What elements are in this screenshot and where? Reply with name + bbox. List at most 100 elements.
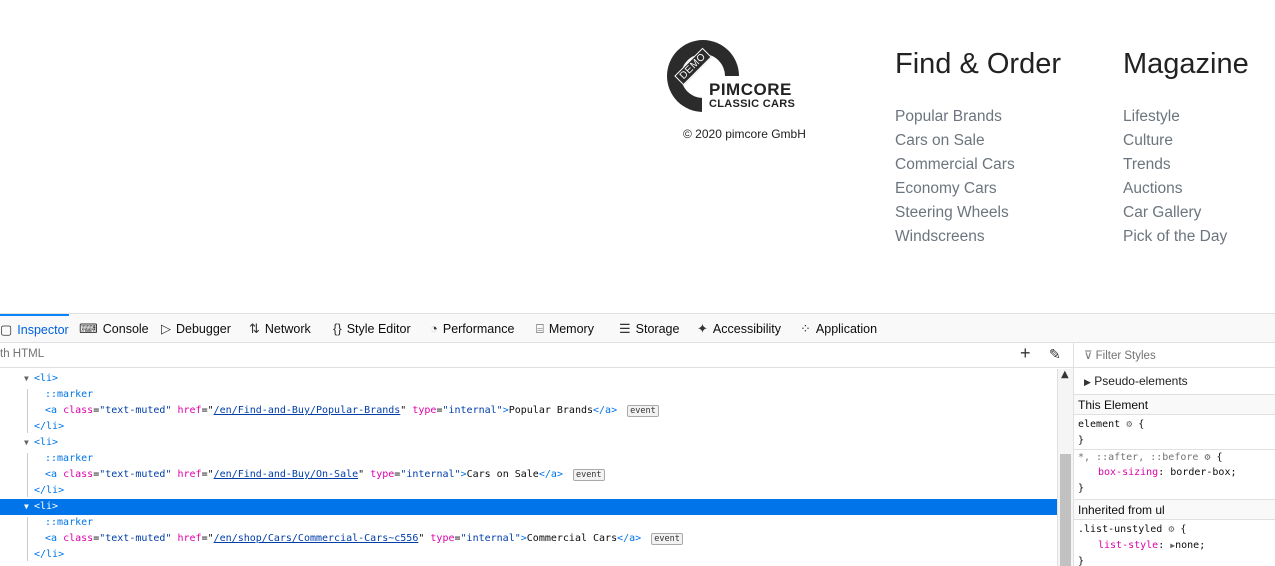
markup-node-a[interactable]: <a class="text-muted" href="/en/Find-and… [0,403,1057,419]
tab-storage[interactable]: ☰ Storage [619,314,679,343]
markup-node-marker[interactable]: ::marker [0,451,1057,467]
inspector-toolbar: th HTML + ✎ [0,343,1073,368]
event-badge[interactable]: event [572,469,605,481]
attr-name: href [177,533,202,544]
href-link[interactable]: /en/Find-and-Buy/On-Sale [214,469,359,480]
tab-memory[interactable]: ⌸ Memory [536,314,594,343]
list-item: Culture [1123,129,1249,153]
eyedropper-icon[interactable]: ✎ [1049,346,1061,363]
attr-name: type [412,405,437,416]
markup-node-li-selected[interactable]: ▼ <li> [0,499,1057,515]
footer-link-steering-wheels[interactable]: Steering Wheels [895,204,1009,221]
css-value[interactable]: border-box [1170,467,1230,478]
pimcore-logo[interactable]: DEMO PIMCORE CLASSIC CARS [667,40,807,116]
gear-icon[interactable]: ⚙ [1204,452,1210,463]
footer-link-cars-on-sale[interactable]: Cars on Sale [895,132,985,149]
event-badge[interactable]: event [651,533,683,545]
href-link[interactable]: /en/shop/Cars/Commercial-Cars~c556 [214,533,419,544]
node-text: Commercial Cars [526,533,618,544]
tab-label: Accessibility [712,322,781,336]
footer-link-culture[interactable]: Culture [1123,132,1173,149]
universal-rule[interactable]: *, ::after, ::before ⚙ { [1074,449,1275,466]
markup-node-a[interactable]: <a class="text-muted" href="/en/Find-and… [0,467,1057,483]
markup-node-li-close[interactable]: </li> [0,419,1057,435]
tab-debugger[interactable]: ▷ Debugger [161,314,231,343]
href-link[interactable]: /en/Find-and-Buy/Popular-Brands [214,405,401,416]
markup-node-li[interactable]: ▼ <li> [0,435,1057,451]
footer-link-pick-of-the-day[interactable]: Pick of the Day [1123,228,1227,245]
search-html-input[interactable]: th HTML [0,348,44,360]
list-item: Cars on Sale [895,129,1061,153]
expand-arrow-icon[interactable]: ▶ [1084,377,1091,387]
pseudo-elements-toggle[interactable]: ▶ Pseudo-elements [1074,370,1275,392]
css-property: list-style [1098,540,1159,551]
expand-arrow-icon[interactable]: ▼ [24,499,29,515]
markup-scrollbar[interactable]: ▲ [1057,369,1073,566]
gear-icon[interactable]: ⚙ [1168,524,1174,535]
list-item: Windscreens [895,225,1061,249]
markup-node-li-close[interactable]: </li> [0,483,1057,499]
attr-value: "text-muted" [99,405,172,416]
node-text: Popular Brands [508,405,594,416]
a-close-tag: </a> [617,533,642,544]
footer-link-car-gallery[interactable]: Car Gallery [1123,204,1201,221]
devtools-panel: ▢ Inspector ⌨ Console ▷ Debugger ⇅ Network {… [0,313,1275,566]
node-text: Cars on Sale [466,469,539,480]
rule-close-brace: } [1078,556,1085,566]
rule-declaration[interactable]: box-sizing: border-box; [1074,465,1275,481]
rule-declaration[interactable]: list-style: ▶none; [1074,538,1275,554]
footer-link-commercial-cars[interactable]: Commercial Cars [895,156,1015,173]
markup-node-a[interactable]: <a class="text-muted" href="/en/shop/Car… [0,531,1057,547]
li-close-tag: </li> [34,421,65,432]
inspector-icon: ▢ [0,322,13,337]
find-order-list: Popular Brands Cars on Sale Commercial C… [895,105,1061,249]
scroll-up-icon[interactable]: ▲ [1061,369,1069,380]
expand-arrow-icon[interactable]: ▼ [24,371,29,387]
tab-performance[interactable]: ◔ Performance [430,314,514,343]
scrollbar-thumb[interactable] [1060,454,1071,566]
footer-link-trends[interactable]: Trends [1123,156,1171,173]
tab-console[interactable]: ⌨ Console [79,314,149,343]
list-unstyled-rule[interactable]: .list-unstyled ⚙ { [1074,522,1275,538]
list-item: Trends [1123,153,1249,177]
footer-link-lifestyle[interactable]: Lifestyle [1123,108,1180,125]
footer-link-auctions[interactable]: Auctions [1123,180,1182,197]
attr-name: href [177,405,202,416]
gear-icon[interactable]: ⚙ [1126,419,1132,430]
attr-value: "text-muted" [99,469,172,480]
tab-application[interactable]: ⁘ Application [800,314,877,343]
markup-node-li-close[interactable]: </li> [0,547,1057,563]
tab-label: Inspector [17,323,69,337]
tab-label: Memory [548,322,594,336]
footer-link-economy-cars[interactable]: Economy Cars [895,180,997,197]
footer-link-popular-brands[interactable]: Popular Brands [895,108,1002,125]
logo-tagline: CLASSIC CARS [709,98,796,110]
filter-placeholder: Filter Styles [1095,350,1156,362]
add-node-icon[interactable]: + [1020,343,1031,364]
css-property: box-sizing [1098,467,1159,478]
magazine-heading: Magazine [1123,48,1249,80]
element-rule[interactable]: element ⚙ { [1074,417,1275,433]
memory-chip-icon: ⌸ [536,321,544,336]
find-order-column: Find & Order Popular Brands Cars on Sale… [895,45,1061,249]
network-icon: ⇅ [249,321,260,336]
css-value[interactable]: none [1175,540,1199,551]
tab-label: Debugger [176,322,231,336]
console-icon: ⌨ [79,321,98,336]
attr-name: class [63,533,94,544]
footer-link-windscreens[interactable]: Windscreens [895,228,985,245]
magazine-column: Magazine Lifestyle Culture Trends Auctio… [1123,45,1249,249]
event-badge[interactable]: event [627,405,659,417]
li-open-tag: <li> [34,373,59,384]
tab-accessibility[interactable]: ✦ Accessibility [697,314,781,343]
filter-styles-input[interactable]: ⊽ Filter Styles [1074,343,1275,368]
markup-node-li[interactable]: ▼ <li> [0,371,1057,387]
expand-arrow-icon[interactable]: ▼ [24,435,29,451]
tab-network[interactable]: ⇅ Network [249,314,311,343]
markup-node-marker[interactable]: ::marker [0,515,1057,531]
tab-inspector[interactable]: ▢ Inspector [0,314,69,343]
rule-close-brace: } [1078,483,1085,494]
markup-node-marker[interactable]: ::marker [0,387,1057,403]
tab-style-editor[interactable]: {} Style Editor [333,314,411,343]
a-close-tag: </a> [593,405,618,416]
